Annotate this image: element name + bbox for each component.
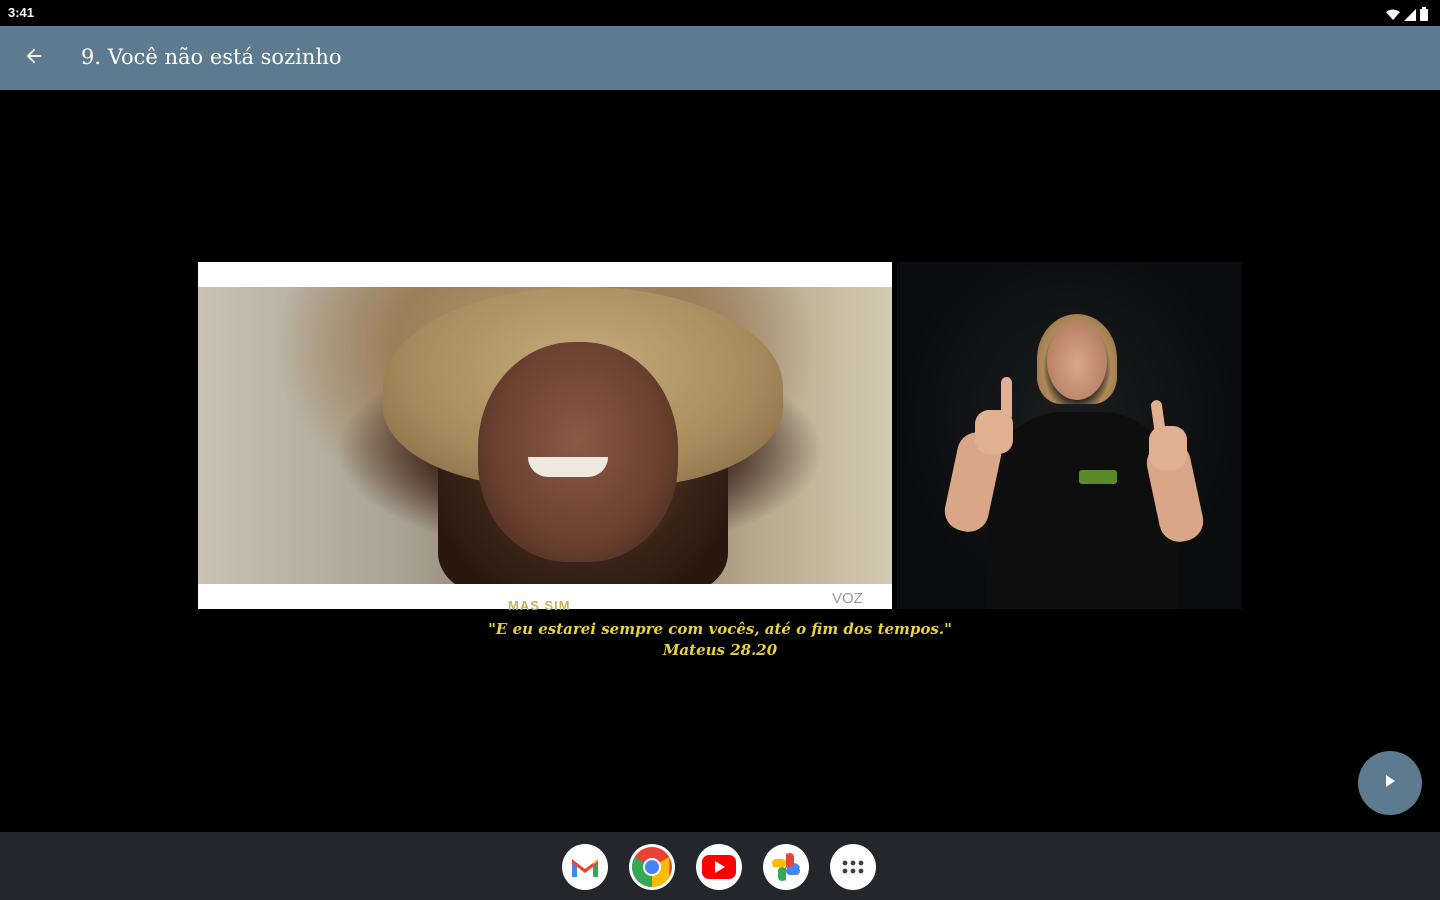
back-button[interactable]	[14, 38, 54, 78]
signer-head	[1047, 322, 1107, 400]
video-photo	[198, 287, 892, 584]
play-button[interactable]	[1358, 751, 1422, 815]
status-icons	[1386, 6, 1428, 25]
taskbar	[0, 832, 1440, 900]
app-bar: 9. Você não está sozinho	[0, 26, 1440, 90]
video-player[interactable]: MAS SIM VOZ "E eu estarei sempre com voc…	[0, 90, 1440, 832]
shirt-logo	[1079, 470, 1117, 484]
signer-left-finger	[1001, 377, 1012, 421]
page-title: 9. Você não está sozinho	[81, 45, 342, 69]
status-time: 3:41	[8, 5, 35, 20]
video-caption-fragment: MAS SIM	[508, 598, 571, 613]
video-main-frame: MAS SIM VOZ	[198, 262, 892, 613]
app-dock	[562, 844, 876, 890]
subtitle-line-1: "E eu estarei sempre com vocês, até o fi…	[488, 620, 952, 638]
subtitle-line-2: Mateus 28.20	[662, 641, 778, 659]
signal-icon	[1404, 6, 1416, 25]
video-logo: VOZ	[832, 590, 863, 607]
sign-language-frame	[897, 262, 1242, 609]
photos-icon[interactable]	[763, 844, 809, 890]
chrome-icon[interactable]	[629, 844, 675, 890]
youtube-icon[interactable]	[696, 844, 742, 890]
wifi-icon	[1386, 6, 1400, 25]
play-icon	[1382, 773, 1398, 793]
app-drawer-icon[interactable]	[830, 844, 876, 890]
battery-icon	[1420, 6, 1428, 25]
arrow-left-icon	[23, 45, 45, 71]
smile-shape	[528, 457, 608, 477]
gmail-icon[interactable]	[562, 844, 608, 890]
status-bar: 3:41	[0, 0, 1440, 26]
face-shape	[478, 342, 678, 562]
